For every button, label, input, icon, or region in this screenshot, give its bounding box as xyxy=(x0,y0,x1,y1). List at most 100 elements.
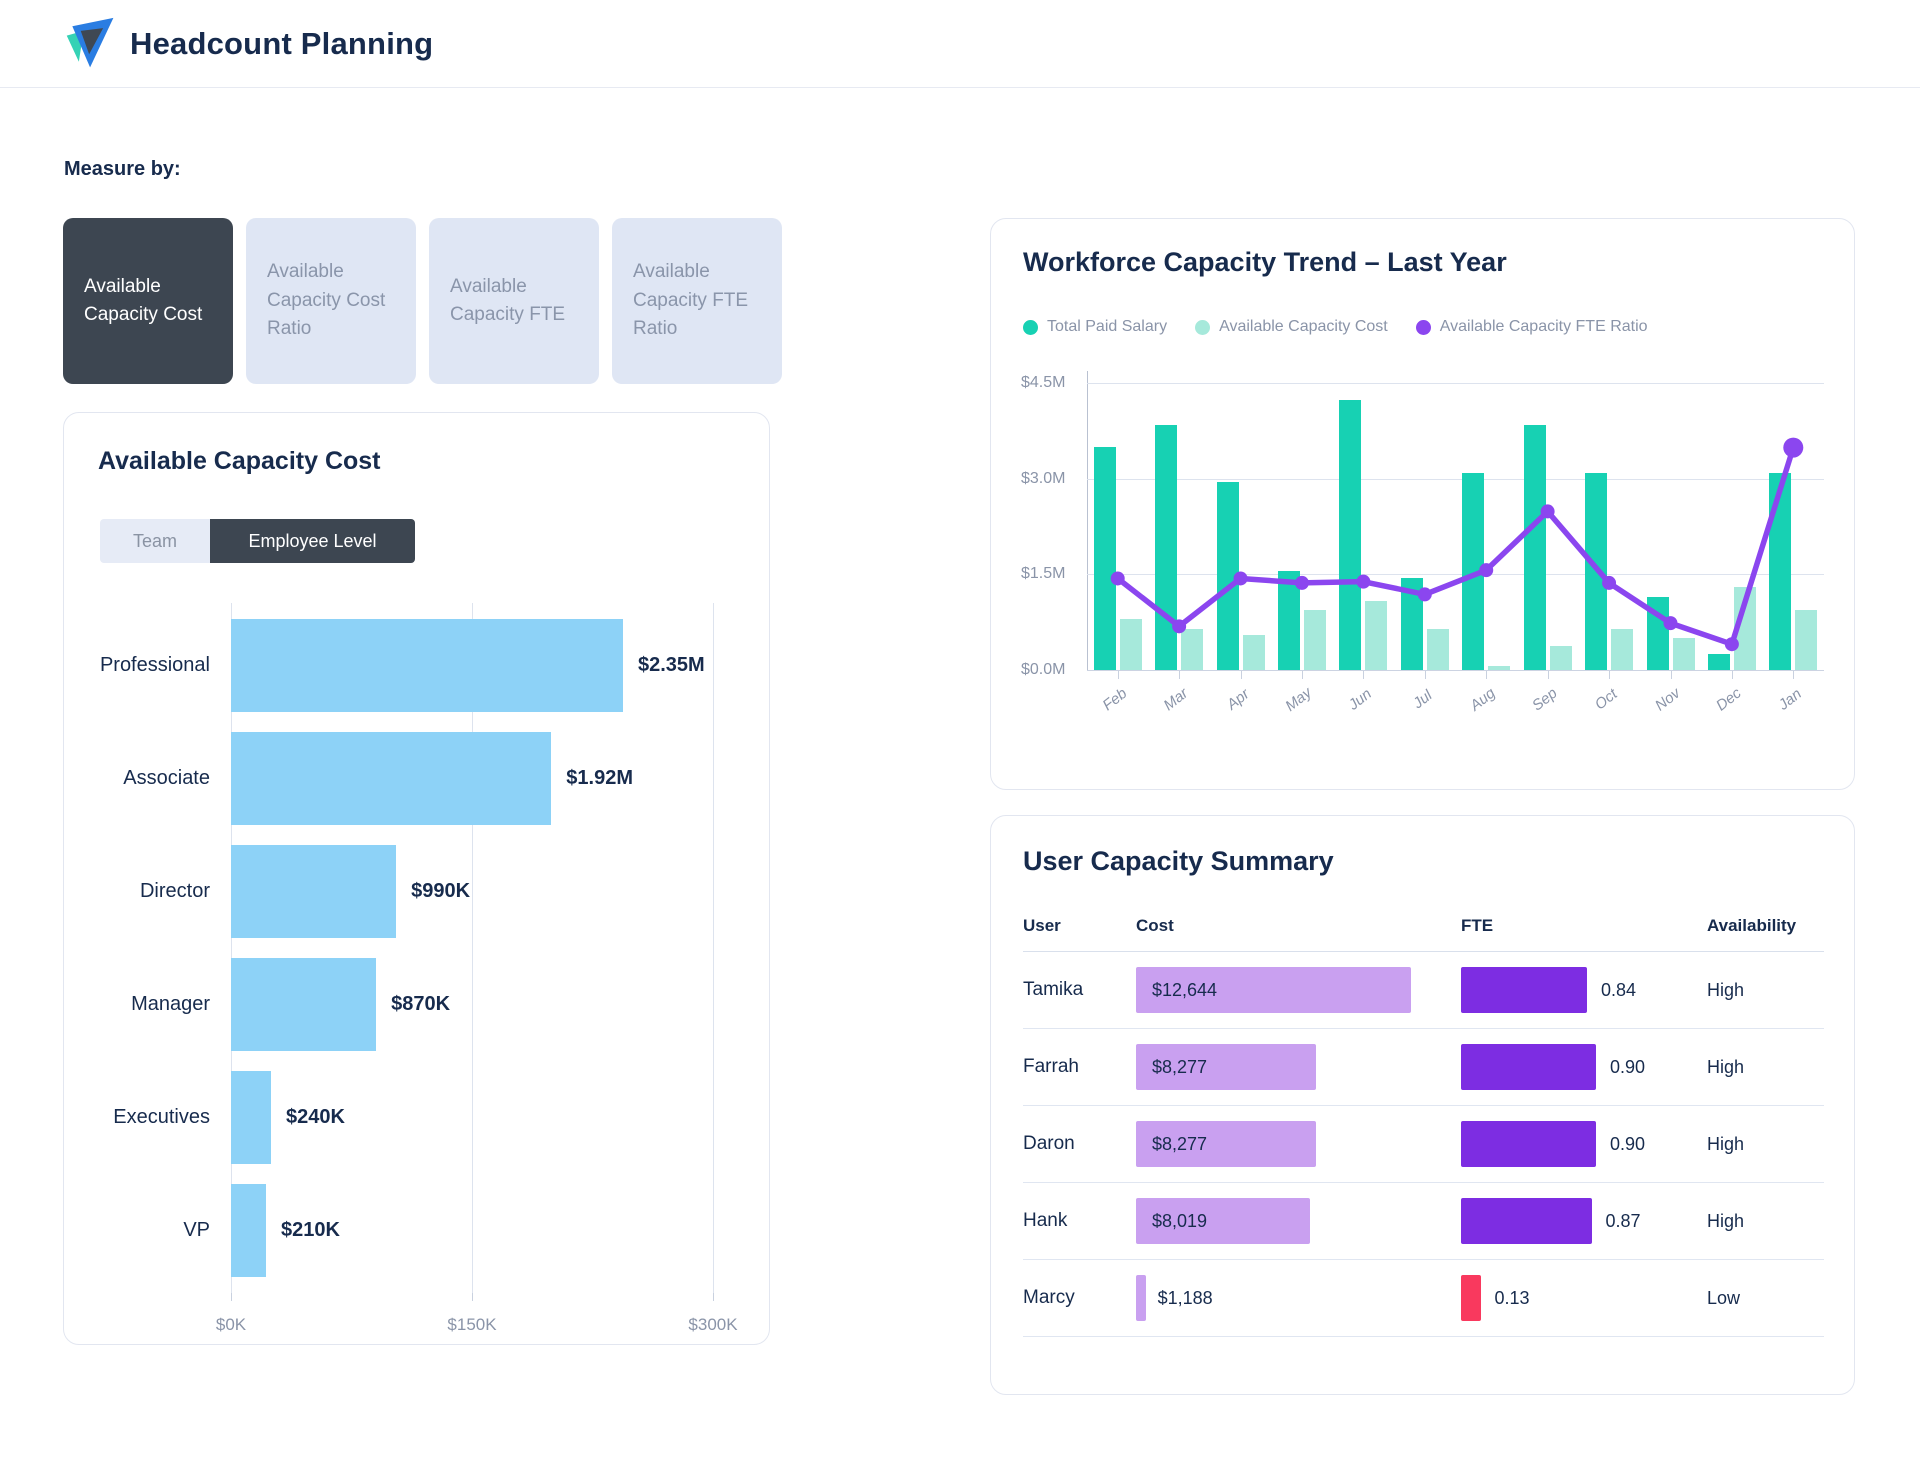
available-capacity-cost-bar[interactable] xyxy=(1611,629,1633,670)
month-label: Apr xyxy=(1223,686,1252,714)
category-label: Director xyxy=(50,880,210,903)
total-paid-salary-bar[interactable] xyxy=(1769,473,1791,670)
month-label: Oct xyxy=(1592,686,1621,714)
legend-item-total-paid-salary[interactable]: Total Paid Salary xyxy=(1023,318,1167,336)
table-row: Daron$8,2770.90High xyxy=(1023,1106,1824,1183)
legend-item-available-capacity-cost[interactable]: Available Capacity Cost xyxy=(1195,318,1388,336)
cost-cell: $12,644 xyxy=(1136,967,1461,1013)
capacity-cost-bar[interactable] xyxy=(231,732,551,825)
available-capacity-cost-bar[interactable] xyxy=(1181,629,1203,670)
available-capacity-cost-bar[interactable] xyxy=(1304,610,1326,670)
month-tick: Sep xyxy=(1517,671,1578,735)
total-paid-salary-bar[interactable] xyxy=(1094,447,1116,670)
available-capacity-cost-bar[interactable] xyxy=(1243,635,1265,670)
availability-label: Low xyxy=(1707,1288,1824,1309)
available-capacity-cost-bar[interactable] xyxy=(1795,610,1817,670)
fte-bar xyxy=(1461,967,1587,1013)
available-capacity-cost-bar[interactable] xyxy=(1550,646,1572,670)
month-group xyxy=(1763,371,1824,670)
measure-option[interactable]: Available Capacity Cost xyxy=(63,218,233,384)
available-capacity-cost-bar[interactable] xyxy=(1673,638,1695,670)
cost-bar xyxy=(1136,1275,1146,1321)
table-row: Farrah$8,2770.90High xyxy=(1023,1029,1824,1106)
capacity-cost-bar[interactable] xyxy=(231,1184,266,1277)
month-label: Dec xyxy=(1713,685,1744,715)
available-capacity-cost-bar[interactable] xyxy=(1427,629,1449,670)
availability-label: High xyxy=(1707,1211,1824,1232)
toggle-team[interactable]: Team xyxy=(100,519,210,563)
user-name: Hank xyxy=(1023,1210,1136,1232)
total-paid-salary-bar[interactable] xyxy=(1462,473,1484,670)
fte-bar xyxy=(1461,1198,1592,1244)
total-paid-salary-bar[interactable] xyxy=(1155,425,1177,670)
y-tick-label: $3.0M xyxy=(1021,470,1079,488)
available-capacity-cost-bar[interactable] xyxy=(1734,587,1756,670)
availability-label: High xyxy=(1707,980,1824,1001)
month-label: Sep xyxy=(1529,685,1561,715)
measure-by-label: Measure by: xyxy=(64,158,181,181)
bar-value-label: $990K xyxy=(411,880,470,903)
fte-cell: 0.90 xyxy=(1461,1121,1707,1167)
month-tick: Aug xyxy=(1456,671,1517,735)
legend-label: Total Paid Salary xyxy=(1047,318,1167,336)
col-header-user: User xyxy=(1023,916,1136,936)
category-label: VP xyxy=(50,1219,210,1242)
total-paid-salary-bar[interactable] xyxy=(1647,597,1669,670)
availability-label: High xyxy=(1707,1057,1824,1078)
capacity-cost-bar[interactable] xyxy=(231,619,623,712)
month-group xyxy=(1640,371,1701,670)
measure-option[interactable]: Available Capacity Cost Ratio xyxy=(246,218,416,384)
month-group xyxy=(1517,371,1578,670)
month-group xyxy=(1394,371,1455,670)
user-capacity-summary-panel: User Capacity Summary User Cost FTE Avai… xyxy=(990,815,1855,1395)
month-tick: Mar xyxy=(1148,671,1209,735)
month-label: Mar xyxy=(1161,685,1192,714)
bar-row: Associate$1.92M xyxy=(231,732,713,825)
cost-value: $8,277 xyxy=(1136,1057,1207,1078)
capacity-cost-bar[interactable] xyxy=(231,845,396,938)
month-group xyxy=(1333,371,1394,670)
cost-bar: $8,277 xyxy=(1136,1121,1316,1167)
fte-bar xyxy=(1461,1121,1596,1167)
total-paid-salary-bar[interactable] xyxy=(1585,473,1607,670)
table-row: Marcy$1,1880.13Low xyxy=(1023,1260,1824,1337)
total-paid-salary-bar[interactable] xyxy=(1339,400,1361,670)
trend-x-axis: Feb Mar Apr May Jun Jul Aug Sep Oct Nov Dec Jan xyxy=(1087,671,1824,735)
capacity-cost-bar[interactable] xyxy=(231,1071,271,1164)
toggle-employee-level[interactable]: Employee Level xyxy=(210,519,415,563)
col-header-fte: FTE xyxy=(1461,916,1707,936)
measure-option[interactable]: Available Capacity FTE Ratio xyxy=(612,218,782,384)
capacity-cost-chart: $0K$150K$300KProfessional$2.35MAssociate… xyxy=(231,603,713,1293)
month-label: Aug xyxy=(1467,685,1499,715)
month-tick: Jul xyxy=(1394,671,1455,735)
user-name: Marcy xyxy=(1023,1287,1136,1309)
legend-dot-purple-icon xyxy=(1416,320,1431,335)
month-label: Nov xyxy=(1652,685,1683,715)
legend-item-fte-ratio[interactable]: Available Capacity FTE Ratio xyxy=(1416,318,1648,336)
total-paid-salary-bar[interactable] xyxy=(1401,578,1423,670)
month-label: Feb xyxy=(1099,685,1130,714)
measure-option[interactable]: Available Capacity FTE xyxy=(429,218,599,384)
user-name: Tamika xyxy=(1023,979,1136,1001)
fte-bar xyxy=(1461,1275,1481,1321)
cost-value: $8,277 xyxy=(1136,1134,1207,1155)
fte-cell: 0.13 xyxy=(1461,1275,1707,1321)
capacity-cost-bar[interactable] xyxy=(231,958,376,1051)
total-paid-salary-bar[interactable] xyxy=(1278,571,1300,670)
available-capacity-cost-bar[interactable] xyxy=(1120,619,1142,670)
month-group xyxy=(1456,371,1517,670)
measure-options: Available Capacity CostAvailable Capacit… xyxy=(63,218,782,384)
bar-value-label: $1.92M xyxy=(566,767,633,790)
bar-row: VP$210K xyxy=(231,1184,713,1277)
month-group xyxy=(1148,371,1209,670)
month-label: Jun xyxy=(1346,685,1376,713)
total-paid-salary-bar[interactable] xyxy=(1217,482,1239,670)
total-paid-salary-bar[interactable] xyxy=(1708,654,1730,670)
month-label: May xyxy=(1282,684,1315,715)
table-row: Hank$8,0190.87High xyxy=(1023,1183,1824,1260)
total-paid-salary-bar[interactable] xyxy=(1524,425,1546,670)
available-capacity-cost-bar[interactable] xyxy=(1365,601,1387,670)
month-label: Jan xyxy=(1776,685,1806,713)
fte-value: 0.87 xyxy=(1606,1211,1641,1232)
month-tick: Jun xyxy=(1333,671,1394,735)
